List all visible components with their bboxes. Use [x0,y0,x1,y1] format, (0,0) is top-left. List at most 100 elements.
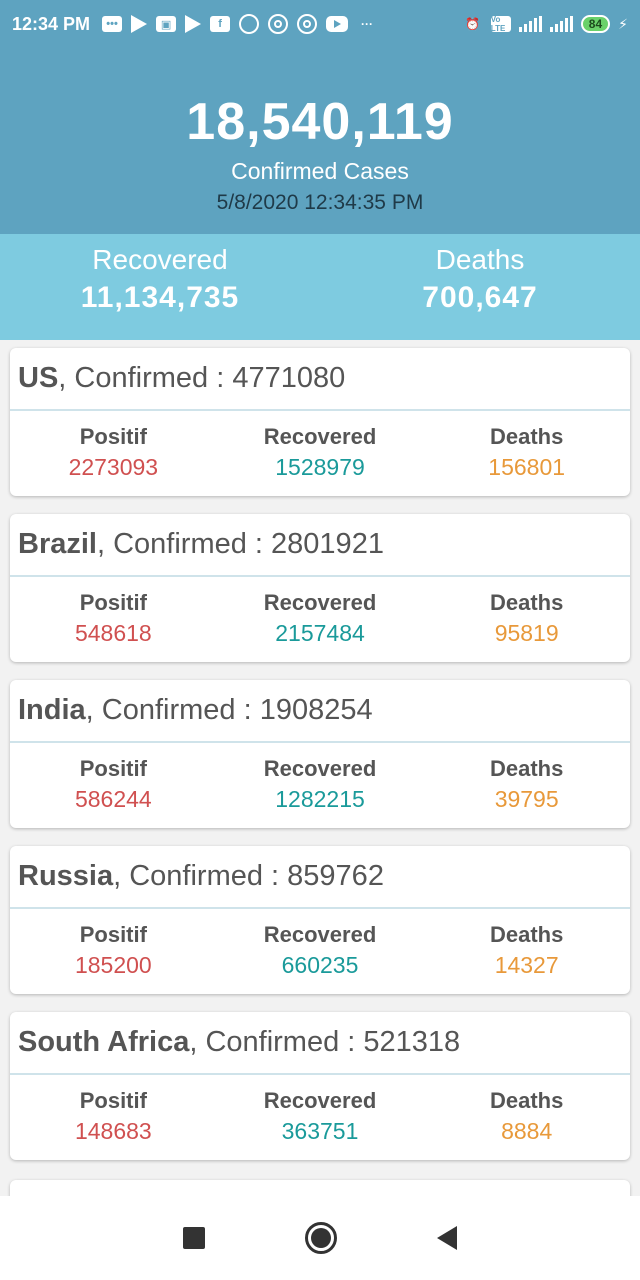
stat-recovered: Recovered 660235 [217,921,424,981]
system-icons: ⏰ Vo LTE 84 ⚡ [463,14,628,34]
last-updated: 5/8/2020 12:34:35 PM [216,191,424,214]
deaths-label: Deaths [490,424,564,449]
back-button[interactable] [437,1226,457,1250]
stat-deaths: Deaths 95819 [423,589,630,649]
confirmed-prefix: , Confirmed : [58,362,233,394]
confirmed-value: 1908254 [259,694,373,726]
navigation-bar [0,1196,640,1280]
card-stats: Positif 548618 Recovered 2157484 Deaths 958… [10,577,630,649]
positif-label: Positif [79,424,147,449]
deaths-value: 39795 [494,786,559,812]
positif-value: 148683 [74,1118,152,1144]
deaths-value: 14327 [494,952,559,978]
facebook-icon: f [210,16,231,32]
positif-value: 548618 [74,620,152,646]
confirmed-value: 2801921 [271,528,384,560]
status-time: 12:34 PM [12,13,91,34]
message-icon: ••• [102,16,123,32]
alarm-icon: ⏰ [465,17,481,31]
stat-deaths: Deaths 156801 [423,423,630,483]
country-card-south-africa[interactable]: South Africa , Confirmed : 521318 Positi… [10,1012,630,1160]
positif-label: Positif [79,756,147,781]
deaths-label: Deaths [490,756,564,781]
positif-label: Positif [79,590,147,615]
deaths-label: Deaths [490,1088,564,1113]
card-stats: Positif 586244 Recovered 1282215 Deaths 397… [10,743,630,815]
stat-deaths: Deaths 39795 [423,755,630,815]
deaths-label: Deaths [435,244,525,275]
deaths-value: 700,647 [422,281,538,314]
stat-positif: Positif 2273093 [10,423,217,483]
signal-icon [549,16,573,32]
country-name: Brazil [18,528,97,560]
deaths-summary: Deaths 700,647 [320,234,640,340]
recovered-value: 363751 [281,1118,359,1144]
stat-deaths: Deaths 8884 [423,1087,630,1147]
notification-icons: ••• ▣ f ··· [102,14,463,34]
card-header: South Africa , Confirmed : 521318 [10,1012,630,1075]
country-card-brazil[interactable]: Brazil , Confirmed : 2801921 Positif 5486… [10,514,630,662]
volte-icon: Vo LTE [490,15,511,33]
card-stats: Positif 2273093 Recovered 1528979 Deaths 15… [10,411,630,483]
card-stats: Positif 185200 Recovered 660235 Deaths 1432… [10,909,630,981]
youtube-icon [326,16,349,32]
recovered-label: Recovered [263,424,377,449]
home-icon [311,1228,331,1248]
recovered-value: 660235 [281,952,359,978]
recovered-label: Recovered [92,244,228,275]
card-header: India , Confirmed : 1908254 [10,680,630,743]
status-bar: 12:34 PM ••• ▣ f ··· ⏰ Vo LTE 84 ⚡ [0,0,640,48]
stat-recovered: Recovered 363751 [217,1087,424,1147]
positif-value: 586244 [74,786,152,812]
confirmed-prefix: , Confirmed : [96,528,272,560]
confirmed-prefix: , Confirmed : [85,694,260,726]
stat-positif: Positif 586244 [10,755,217,815]
card-header: US , Confirmed : 4771080 [10,348,630,411]
signal-4g-icon [518,16,542,32]
confirmed-prefix: , Confirmed : [189,1026,364,1058]
circle-icon [268,14,289,34]
total-confirmed: 18,540,119 [186,93,454,151]
stat-positif: Positif 148683 [10,1087,217,1147]
positif-value: 185200 [74,952,152,978]
recovered-summary: Recovered 11,134,735 [0,234,320,340]
recovered-value: 1528979 [275,454,365,480]
home-button[interactable] [305,1222,337,1254]
deaths-label: Deaths [490,922,564,947]
summary-stats: Recovered 11,134,735 Deaths 700,647 [0,234,640,340]
confirmed-value: 859762 [287,860,384,892]
messenger-icon [239,14,260,34]
recovered-label: Recovered [263,1088,377,1113]
stat-deaths: Deaths 14327 [423,921,630,981]
country-card-us[interactable]: US , Confirmed : 4771080 Positif 2273093 … [10,348,630,496]
stat-positif: Positif 185200 [10,921,217,981]
charging-icon: ⚡ [618,15,628,32]
recovered-value: 11,134,735 [80,281,240,314]
play-store-icon [185,15,202,33]
recovered-value: 2157484 [275,620,365,646]
recent-apps-button[interactable] [183,1227,205,1249]
recovered-label: Recovered [263,756,377,781]
positif-value: 2273093 [68,454,159,480]
country-card-russia[interactable]: Russia , Confirmed : 859762 Positif 18520… [10,846,630,994]
confirmed-value: 521318 [363,1026,461,1058]
country-name: South Africa [18,1026,190,1058]
gallery-icon: ▣ [156,16,177,32]
stat-recovered: Recovered 1528979 [217,423,424,483]
more-icon: ··· [361,17,374,31]
country-name: India [18,694,86,726]
country-name: Russia [18,860,114,892]
country-list[interactable]: US , Confirmed : 4771080 Positif 2273093 … [10,348,630,1178]
recovered-value: 1282215 [275,786,365,812]
country-card-india[interactable]: India , Confirmed : 1908254 Positif 58624… [10,680,630,828]
deaths-value: 8884 [501,1118,553,1144]
recovered-label: Recovered [263,590,377,615]
play-store-icon [131,15,148,33]
summary-header: 18,540,119 Confirmed Cases 5/8/2020 12:3… [0,48,640,234]
deaths-value: 95819 [494,620,559,646]
card-header: Russia , Confirmed : 859762 [10,846,630,909]
confirmed-value: 4771080 [232,362,346,394]
card-header: Brazil , Confirmed : 2801921 [10,514,630,577]
country-name: US [18,362,59,394]
recovered-label: Recovered [263,922,377,947]
